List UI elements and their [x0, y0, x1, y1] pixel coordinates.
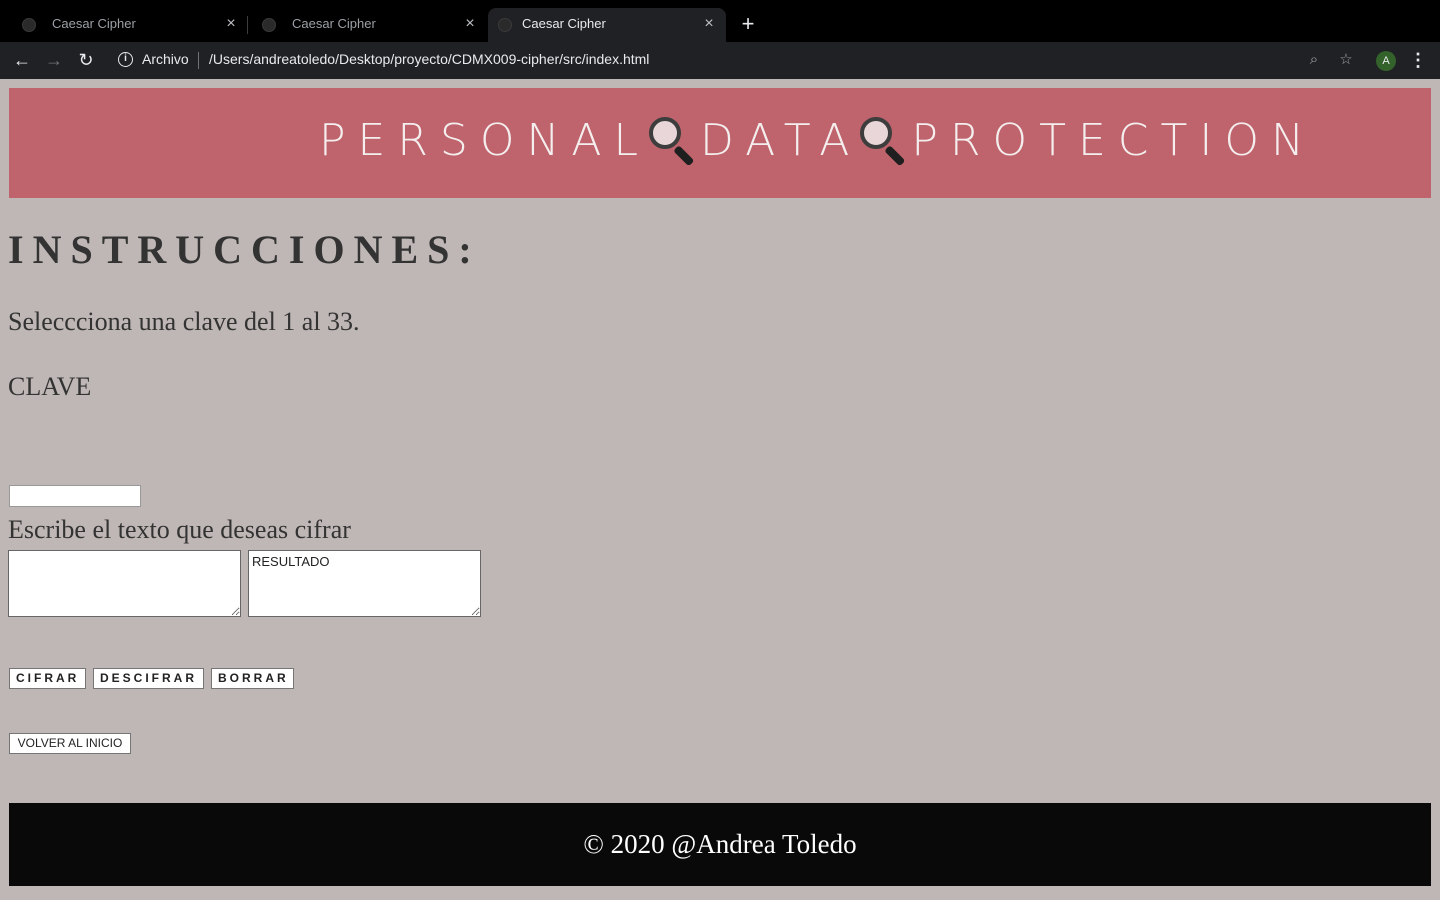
- result-textarea[interactable]: RESULTADO: [248, 550, 481, 617]
- browser-tab-1[interactable]: Caesar Cipher ×: [8, 8, 248, 42]
- tab-title: Caesar Cipher: [52, 16, 136, 31]
- key-input[interactable]: [9, 485, 141, 507]
- text-input-label: Escribe el texto que deseas cifrar: [8, 515, 351, 544]
- copyright-text: © 2020 @Andrea Toledo: [583, 829, 857, 859]
- profile-avatar[interactable]: A: [1376, 51, 1396, 71]
- forward-arrow-icon[interactable]: →: [42, 48, 66, 72]
- globe-icon: [22, 18, 36, 32]
- back-to-home-button[interactable]: VOLVER AL INICIO: [9, 733, 131, 754]
- magnifying-glass-icon: [646, 115, 696, 167]
- close-tab-icon[interactable]: ×: [461, 15, 479, 33]
- browser-tab-strip: Caesar Cipher × Caesar Cipher × Caesar C…: [0, 0, 1440, 42]
- browser-toolbar: ← → ↻ i Archivo /Users/andreatoledo/Desk…: [0, 42, 1440, 79]
- cipher-button[interactable]: CIFRAR: [9, 668, 86, 689]
- decipher-button[interactable]: DESCIFRAR: [93, 668, 204, 689]
- banner-word-data: DATA: [700, 114, 862, 166]
- globe-icon: [498, 18, 512, 32]
- site-info-icon[interactable]: i: [118, 52, 133, 67]
- close-tab-icon[interactable]: ×: [700, 15, 718, 33]
- header-banner: PERSONAL DATA PROTECTION: [9, 88, 1431, 198]
- plaintext-textarea[interactable]: [8, 550, 241, 617]
- page-footer: © 2020 @Andrea Toledo: [9, 803, 1431, 886]
- zoom-icon[interactable]: ⌕: [1304, 50, 1324, 70]
- browser-menu-icon[interactable]: ⋮: [1408, 49, 1428, 71]
- banner-word-protection: PROTECTION: [911, 114, 1316, 166]
- reload-icon[interactable]: ↻: [74, 48, 98, 72]
- address-bar-url[interactable]: /Users/andreatoledo/Desktop/proyecto/CDM…: [209, 51, 649, 67]
- instructions-heading: INSTRUCCIONES:: [8, 227, 481, 272]
- address-scheme-label: Archivo: [142, 51, 189, 67]
- key-label: CLAVE: [8, 372, 92, 401]
- globe-icon: [262, 18, 276, 32]
- bookmark-star-icon[interactable]: ☆: [1336, 50, 1356, 70]
- browser-tab-2[interactable]: Caesar Cipher ×: [248, 8, 487, 42]
- magnifying-glass-icon: [857, 115, 907, 167]
- browser-tab-3-active[interactable]: Caesar Cipher ×: [488, 8, 726, 42]
- banner-word-personal: PERSONAL: [319, 114, 650, 166]
- tab-title: Caesar Cipher: [522, 16, 606, 31]
- clear-button[interactable]: BORRAR: [211, 668, 294, 689]
- close-tab-icon[interactable]: ×: [222, 15, 240, 33]
- back-arrow-icon[interactable]: ←: [10, 48, 34, 72]
- tab-title: Caesar Cipher: [292, 16, 376, 31]
- instruction-text: Seleccciona una clave del 1 al 33.: [8, 307, 360, 336]
- new-tab-icon[interactable]: +: [736, 12, 760, 36]
- banner-title: PERSONAL DATA PROTECTION: [319, 110, 1316, 170]
- address-divider: [198, 52, 199, 69]
